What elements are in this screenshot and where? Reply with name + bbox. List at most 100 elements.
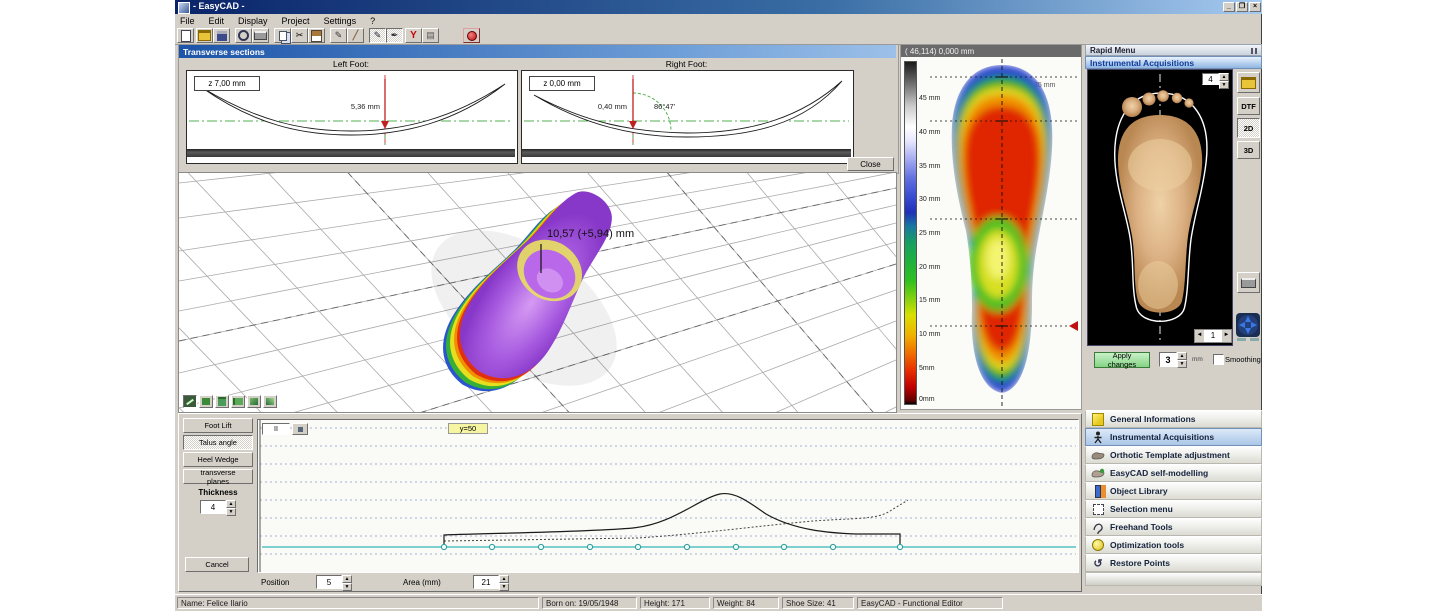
measure-tool-button[interactable]: ✎ bbox=[330, 28, 347, 43]
new-document-button[interactable] bbox=[177, 28, 194, 43]
arrow-left-icon[interactable]: ◄ bbox=[1195, 330, 1204, 342]
print-preview-button[interactable] bbox=[235, 28, 252, 43]
profile-chart[interactable]: II y=50 bbox=[257, 419, 1079, 573]
heel-wedge-button[interactable]: Heel Wedge bbox=[183, 452, 253, 467]
view-button-side[interactable] bbox=[231, 395, 245, 408]
transverse-panel-header[interactable]: Transverse sections bbox=[179, 45, 896, 58]
thickness-spinner[interactable]: 3 ▲▼ bbox=[1159, 352, 1187, 367]
pin-icon[interactable] bbox=[1251, 48, 1253, 54]
rapid-menu-header[interactable]: Rapid Menu bbox=[1085, 44, 1262, 56]
print-acquisition-button[interactable] bbox=[1237, 272, 1260, 293]
height-map-panel: ( 46,114) 0,000 mm 45 mm 40 mm 35 mm 30 … bbox=[900, 44, 1082, 410]
view-icon bbox=[266, 398, 274, 405]
viewport-3d[interactable]: 10,57 (+5,94) mm bbox=[178, 172, 897, 413]
load-acquisition-button[interactable] bbox=[1237, 72, 1260, 93]
menu-file[interactable]: File bbox=[180, 16, 195, 26]
acquisitions-section-header[interactable]: Instrumental Acquisitions bbox=[1085, 56, 1262, 69]
foot-photo-viewer[interactable]: 4 ▲▼ ◄ 1 ► bbox=[1087, 69, 1233, 346]
menu-project[interactable]: Project bbox=[282, 16, 310, 26]
view-2d-button[interactable]: 2D bbox=[1237, 118, 1260, 138]
spin-up-icon[interactable]: ▲ bbox=[342, 575, 352, 583]
status-patient-name: Name: Felice Ilario bbox=[177, 597, 539, 609]
right-ground-bar bbox=[522, 149, 851, 157]
spin-up-icon[interactable]: ▲ bbox=[1219, 73, 1229, 81]
area-spinner[interactable]: 21 ▲▼ bbox=[473, 575, 509, 589]
probe-tool-button[interactable]: ✒ bbox=[386, 28, 403, 43]
chart-mode-display[interactable]: II bbox=[262, 423, 290, 435]
left-foot-section-plot[interactable]: 5,36 mm z 7,00 mm bbox=[186, 70, 518, 164]
chart-mode-button[interactable] bbox=[292, 423, 308, 435]
arrow-right-icon[interactable]: ► bbox=[1222, 330, 1231, 342]
close-sections-button[interactable]: Close bbox=[847, 157, 894, 171]
view-3d-button[interactable]: 3D bbox=[1237, 141, 1260, 159]
cancel-button[interactable]: Cancel bbox=[185, 557, 249, 572]
menu-settings[interactable]: Settings bbox=[324, 16, 357, 26]
menu-selfmodelling[interactable]: EasyCAD self-modelling bbox=[1085, 464, 1262, 482]
thickness-value-spinner[interactable]: 4 ▲▼ bbox=[200, 500, 236, 514]
menu-edit[interactable]: Edit bbox=[209, 16, 225, 26]
database-button[interactable]: ▤ bbox=[422, 28, 439, 43]
ruler-tool-button[interactable]: ╱ bbox=[347, 28, 364, 43]
pencil-icon: ✎ bbox=[335, 30, 343, 41]
spin-up-icon[interactable]: ▲ bbox=[499, 575, 509, 583]
photo-bottom-spinner[interactable]: ◄ 1 ► bbox=[1194, 329, 1232, 343]
spin-down-icon[interactable]: ▼ bbox=[226, 508, 236, 516]
position-spinner[interactable]: 5 ▲▼ bbox=[316, 575, 352, 589]
menu-optimization-tools[interactable]: Optimization tools bbox=[1085, 536, 1262, 554]
position-label: Position bbox=[261, 578, 289, 587]
database-icon: ▤ bbox=[426, 30, 435, 41]
menu-display[interactable]: Display bbox=[238, 16, 268, 26]
close-button[interactable]: × bbox=[1249, 2, 1261, 12]
accordion-footer-bar[interactable] bbox=[1085, 572, 1262, 586]
view-button-top[interactable] bbox=[199, 395, 213, 408]
status-height: Height: 171 bbox=[640, 597, 710, 609]
menu-orthotic-template[interactable]: Orthotic Template adjustment bbox=[1085, 446, 1262, 464]
thickness-value: 4 bbox=[200, 500, 226, 514]
app-icon bbox=[178, 2, 190, 14]
menu-object-library[interactable]: Object Library bbox=[1085, 482, 1262, 500]
menu-restore-points[interactable]: ↺ Restore Points bbox=[1085, 554, 1262, 572]
scissors-icon: ✂ bbox=[296, 30, 304, 41]
menu-instrumental-acquisitions[interactable]: Instrumental Acquisitions bbox=[1085, 428, 1262, 446]
smoothing-checkbox[interactable] bbox=[1213, 354, 1224, 365]
title-bar[interactable]: - EasyCAD - _ ❐ × bbox=[175, 0, 1262, 14]
section-marker-flag[interactable]: y=50 bbox=[448, 423, 488, 434]
menu-freehand-tools[interactable]: Freehand Tools bbox=[1085, 518, 1262, 536]
talus-angle-button[interactable]: Talus angle bbox=[183, 435, 253, 450]
spin-down-icon[interactable]: ▼ bbox=[342, 583, 352, 591]
menu-selection[interactable]: Selection menu bbox=[1085, 500, 1262, 518]
dtf-button[interactable]: DTF bbox=[1237, 97, 1260, 115]
menu-general-informations[interactable]: General Informations bbox=[1085, 410, 1262, 428]
pen-tool-button[interactable]: ✎ bbox=[369, 28, 386, 43]
spin-down-icon[interactable]: ▼ bbox=[1177, 360, 1187, 368]
caliper-tool-button[interactable]: Y bbox=[405, 28, 422, 43]
foot-lift-button[interactable]: Foot Lift bbox=[183, 418, 253, 433]
view-button-front[interactable] bbox=[215, 395, 229, 408]
transverse-planes-button[interactable]: transverse planes bbox=[183, 469, 253, 484]
view-button-active[interactable] bbox=[183, 395, 197, 408]
maximize-button[interactable]: ❐ bbox=[1236, 2, 1248, 12]
save-button[interactable] bbox=[213, 28, 230, 43]
paste-button[interactable] bbox=[308, 28, 325, 43]
spin-down-icon[interactable]: ▼ bbox=[499, 583, 509, 591]
spin-up-icon[interactable]: ▲ bbox=[226, 500, 236, 508]
spin-down-icon[interactable]: ▼ bbox=[1219, 81, 1229, 89]
navigate-button[interactable] bbox=[1235, 312, 1261, 342]
photo-top-spinner[interactable]: 4 ▲▼ bbox=[1202, 73, 1229, 85]
apply-changes-button[interactable]: Apply changes bbox=[1094, 352, 1150, 368]
rapid-menu-title: Rapid Menu bbox=[1090, 46, 1135, 55]
open-button[interactable] bbox=[196, 28, 213, 43]
copy-button[interactable] bbox=[274, 28, 291, 43]
view-button-iso[interactable] bbox=[247, 395, 261, 408]
spin-up-icon[interactable]: ▲ bbox=[1177, 352, 1187, 360]
view-button-persp[interactable] bbox=[263, 395, 277, 408]
view-buttons-strip bbox=[183, 395, 277, 408]
cut-button[interactable]: ✂ bbox=[291, 28, 308, 43]
freehand-icon bbox=[1091, 520, 1105, 534]
pressure-map[interactable] bbox=[928, 59, 1080, 407]
minimize-button[interactable]: _ bbox=[1223, 2, 1235, 12]
menu-help[interactable]: ? bbox=[370, 16, 375, 26]
record-button[interactable] bbox=[463, 28, 480, 43]
print-button[interactable] bbox=[252, 28, 269, 43]
right-foot-section-plot[interactable]: 0,40 mm 86°47' z 0,00 mm bbox=[521, 70, 854, 164]
